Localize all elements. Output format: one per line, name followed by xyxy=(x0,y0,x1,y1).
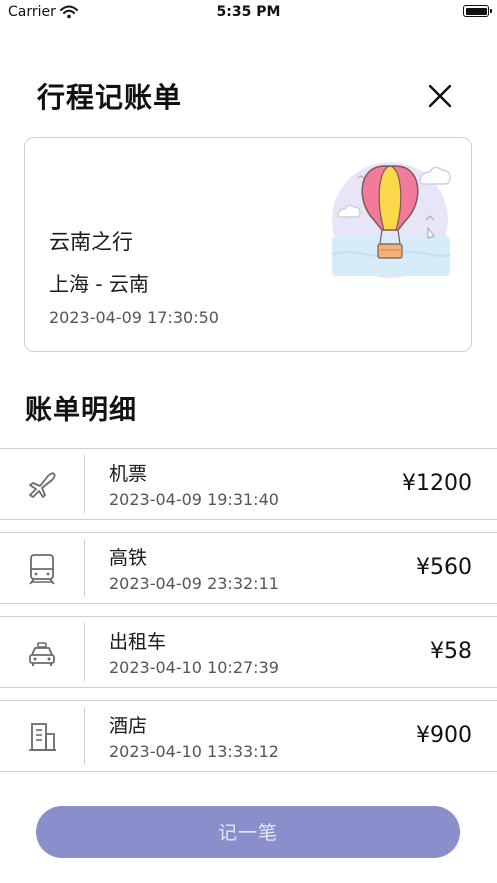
bill-label: 酒店 xyxy=(109,715,148,737)
bill-divider xyxy=(84,539,85,597)
trip-route: 上海 - 云南 xyxy=(49,272,149,296)
bill-section-title: 账单明细 xyxy=(25,395,137,426)
add-record-button[interactable]: 记一笔 xyxy=(36,806,460,858)
page-title: 行程记账单 xyxy=(37,81,183,114)
bill-item-airfare[interactable]: 机票 2023-04-09 19:31:40 ¥1200 xyxy=(0,448,497,520)
status-time: 5:35 PM xyxy=(216,4,281,20)
status-bar: Carrier 5:35 PM xyxy=(0,0,497,28)
trip-card: 云南之行 上海 - 云南 2023-04-09 17:30:50 xyxy=(24,137,472,352)
bill-item-taxi[interactable]: 出租车 2023-04-10 10:27:39 ¥58 xyxy=(0,616,497,688)
taxi-icon xyxy=(29,642,55,666)
bill-amount: ¥1200 xyxy=(402,471,472,496)
bill-time: 2023-04-09 19:31:40 xyxy=(109,490,279,509)
close-icon xyxy=(428,84,452,108)
bill-divider xyxy=(84,707,85,765)
trip-name: 云南之行 xyxy=(49,230,133,254)
bill-label: 机票 xyxy=(109,463,148,485)
bill-amount: ¥58 xyxy=(430,639,472,664)
bill-label: 出租车 xyxy=(109,631,167,653)
bill-divider xyxy=(84,623,85,681)
bill-amount: ¥560 xyxy=(416,555,472,580)
bill-label: 高铁 xyxy=(109,547,148,569)
bill-item-hotel[interactable]: 酒店 2023-04-10 13:33:12 ¥900 xyxy=(0,700,497,772)
bill-item-high-speed-rail[interactable]: 高铁 2023-04-09 23:32:11 ¥560 xyxy=(0,532,497,604)
hot-air-balloon-illustration xyxy=(331,162,451,278)
bill-time: 2023-04-10 10:27:39 xyxy=(109,658,279,677)
battery-icon xyxy=(463,5,492,17)
close-button[interactable] xyxy=(422,78,458,114)
train-icon xyxy=(29,554,55,585)
bill-divider xyxy=(84,455,85,513)
bill-time: 2023-04-09 23:32:11 xyxy=(109,574,279,593)
airplane-icon xyxy=(29,472,56,498)
hotel-icon xyxy=(29,723,56,751)
trip-time: 2023-04-09 17:30:50 xyxy=(49,308,219,327)
bill-time: 2023-04-10 13:33:12 xyxy=(109,742,279,761)
bill-amount: ¥900 xyxy=(416,723,472,748)
